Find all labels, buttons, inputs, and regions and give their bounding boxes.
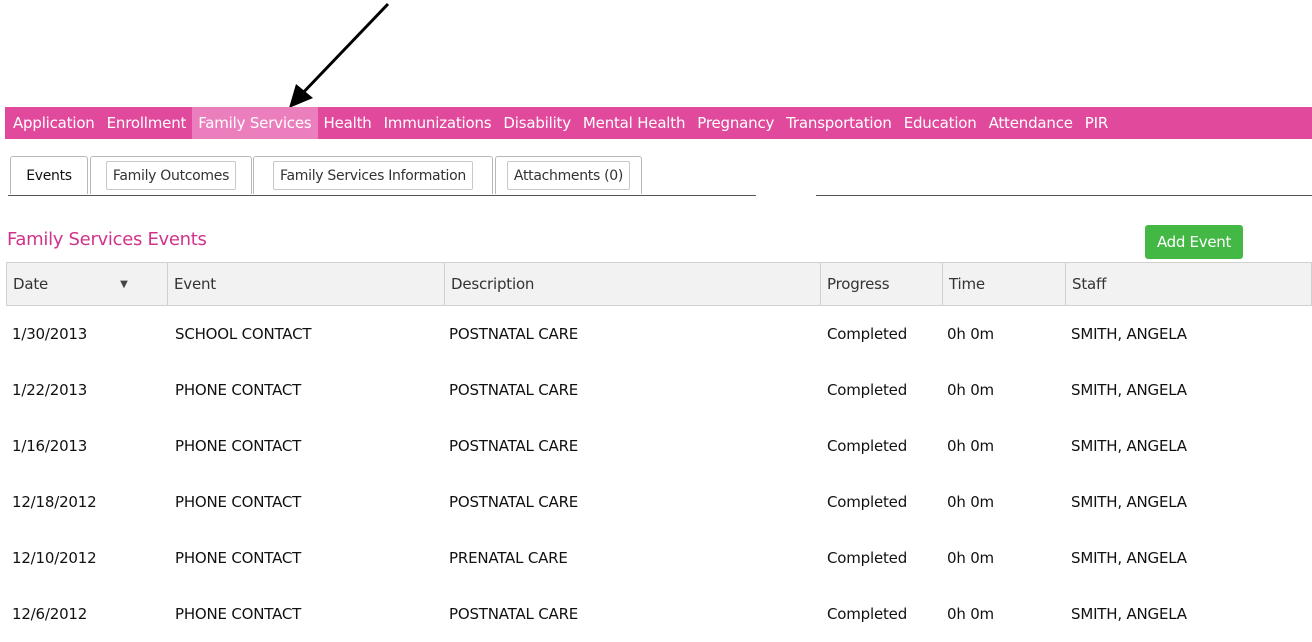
column-header-description[interactable]: Description <box>444 263 820 305</box>
column-header-event[interactable]: Event <box>167 263 444 305</box>
cell-time: 0h 0m <box>947 493 994 511</box>
column-header-progress-label: Progress <box>827 275 890 293</box>
tab-family-services-information[interactable]: Family Services Information <box>253 156 493 194</box>
nav-item-disability[interactable]: Disability <box>497 107 577 139</box>
nav-item-health[interactable]: Health <box>318 107 378 139</box>
tab-attachments[interactable]: Attachments (0) <box>495 156 642 194</box>
column-header-staff-label: Staff <box>1072 275 1107 293</box>
table-row[interactable]: 1/30/2013 SCHOOL CONTACT POSTNATAL CARE … <box>6 306 1312 362</box>
cell-date: 12/18/2012 <box>12 493 97 511</box>
cell-description: POSTNATAL CARE <box>449 493 579 511</box>
cell-date: 1/22/2013 <box>12 381 88 399</box>
cell-staff: SMITH, ANGELA <box>1071 437 1187 455</box>
tab-family-outcomes[interactable]: Family Outcomes <box>90 156 252 194</box>
table-row[interactable]: 12/6/2012 PHONE CONTACT POSTNATAL CARE C… <box>6 586 1312 642</box>
cell-progress: Completed <box>827 493 908 511</box>
nav-item-immunizations[interactable]: Immunizations <box>378 107 498 139</box>
cell-progress: Completed <box>827 325 908 343</box>
cell-event: PHONE CONTACT <box>175 549 302 567</box>
nav-item-family-services[interactable]: Family Services <box>192 107 318 139</box>
cell-event: SCHOOL CONTACT <box>175 325 312 343</box>
nav-item-attendance[interactable]: Attendance <box>983 107 1079 139</box>
nav-item-pir[interactable]: PIR <box>1079 107 1114 139</box>
section-title: Family Services Events <box>7 229 207 250</box>
cell-time: 0h 0m <box>947 437 994 455</box>
nav-item-education[interactable]: Education <box>898 107 983 139</box>
tab-divider <box>8 195 756 196</box>
cell-progress: Completed <box>827 549 908 567</box>
cell-date: 1/16/2013 <box>12 437 88 455</box>
cell-description: POSTNATAL CARE <box>449 437 579 455</box>
cell-description: POSTNATAL CARE <box>449 325 579 343</box>
table-row[interactable]: 1/16/2013 PHONE CONTACT POSTNATAL CARE C… <box>6 418 1312 474</box>
cell-progress: Completed <box>827 381 908 399</box>
tab-attachments-label: Attachments (0) <box>506 161 631 190</box>
cell-description: PRENATAL CARE <box>449 549 568 567</box>
column-header-event-label: Event <box>174 275 216 293</box>
cell-time: 0h 0m <box>947 381 994 399</box>
caret-down-icon[interactable]: ▼ <box>120 279 128 290</box>
add-event-button[interactable]: Add Event <box>1145 225 1243 259</box>
column-header-progress[interactable]: Progress <box>820 263 942 305</box>
cell-staff: SMITH, ANGELA <box>1071 549 1187 567</box>
module-nav-bar: Application Enrollment Family Services H… <box>5 107 1312 139</box>
nav-item-mental-health[interactable]: Mental Health <box>577 107 691 139</box>
cell-event: PHONE CONTACT <box>175 605 302 623</box>
column-header-date-label: Date <box>13 275 49 293</box>
events-table: Date ▼ Event Description Progress Time S… <box>6 262 1312 642</box>
column-header-time[interactable]: Time <box>942 263 1065 305</box>
cell-date: 1/30/2013 <box>12 325 88 343</box>
cell-staff: SMITH, ANGELA <box>1071 325 1187 343</box>
nav-item-enrollment[interactable]: Enrollment <box>101 107 193 139</box>
tab-family-outcomes-label: Family Outcomes <box>105 161 237 190</box>
cell-staff: SMITH, ANGELA <box>1071 381 1187 399</box>
column-header-date[interactable]: Date ▼ <box>7 263 167 305</box>
table-header: Date ▼ Event Description Progress Time S… <box>6 262 1312 306</box>
tab-divider-right <box>816 195 1312 196</box>
cell-progress: Completed <box>827 437 908 455</box>
nav-item-application[interactable]: Application <box>5 107 101 139</box>
cell-time: 0h 0m <box>947 549 994 567</box>
table-row[interactable]: 12/10/2012 PHONE CONTACT PRENATAL CARE C… <box>6 530 1312 586</box>
tab-events-label: Events <box>26 167 72 184</box>
sub-tab-bar: Events Family Outcomes Family Services I… <box>8 156 1312 196</box>
cell-date: 12/6/2012 <box>12 605 88 623</box>
cell-progress: Completed <box>827 605 908 623</box>
table-row[interactable]: 1/22/2013 PHONE CONTACT POSTNATAL CARE C… <box>6 362 1312 418</box>
tab-family-services-information-label: Family Services Information <box>273 161 473 190</box>
cell-staff: SMITH, ANGELA <box>1071 493 1187 511</box>
cell-time: 0h 0m <box>947 325 994 343</box>
cell-description: POSTNATAL CARE <box>449 605 579 623</box>
cell-time: 0h 0m <box>947 605 994 623</box>
annotation-arrow-icon <box>289 2 390 108</box>
nav-item-transportation[interactable]: Transportation <box>780 107 898 139</box>
column-header-time-label: Time <box>949 275 985 293</box>
cell-event: PHONE CONTACT <box>175 437 302 455</box>
tab-events[interactable]: Events <box>10 156 88 194</box>
cell-description: POSTNATAL CARE <box>449 381 579 399</box>
column-header-description-label: Description <box>451 275 535 293</box>
cell-event: PHONE CONTACT <box>175 381 302 399</box>
nav-item-pregnancy[interactable]: Pregnancy <box>691 107 780 139</box>
cell-date: 12/10/2012 <box>12 549 97 567</box>
cell-staff: SMITH, ANGELA <box>1071 605 1187 623</box>
cell-event: PHONE CONTACT <box>175 493 302 511</box>
table-row[interactable]: 12/18/2012 PHONE CONTACT POSTNATAL CARE … <box>6 474 1312 530</box>
column-header-staff[interactable]: Staff <box>1065 263 1312 305</box>
